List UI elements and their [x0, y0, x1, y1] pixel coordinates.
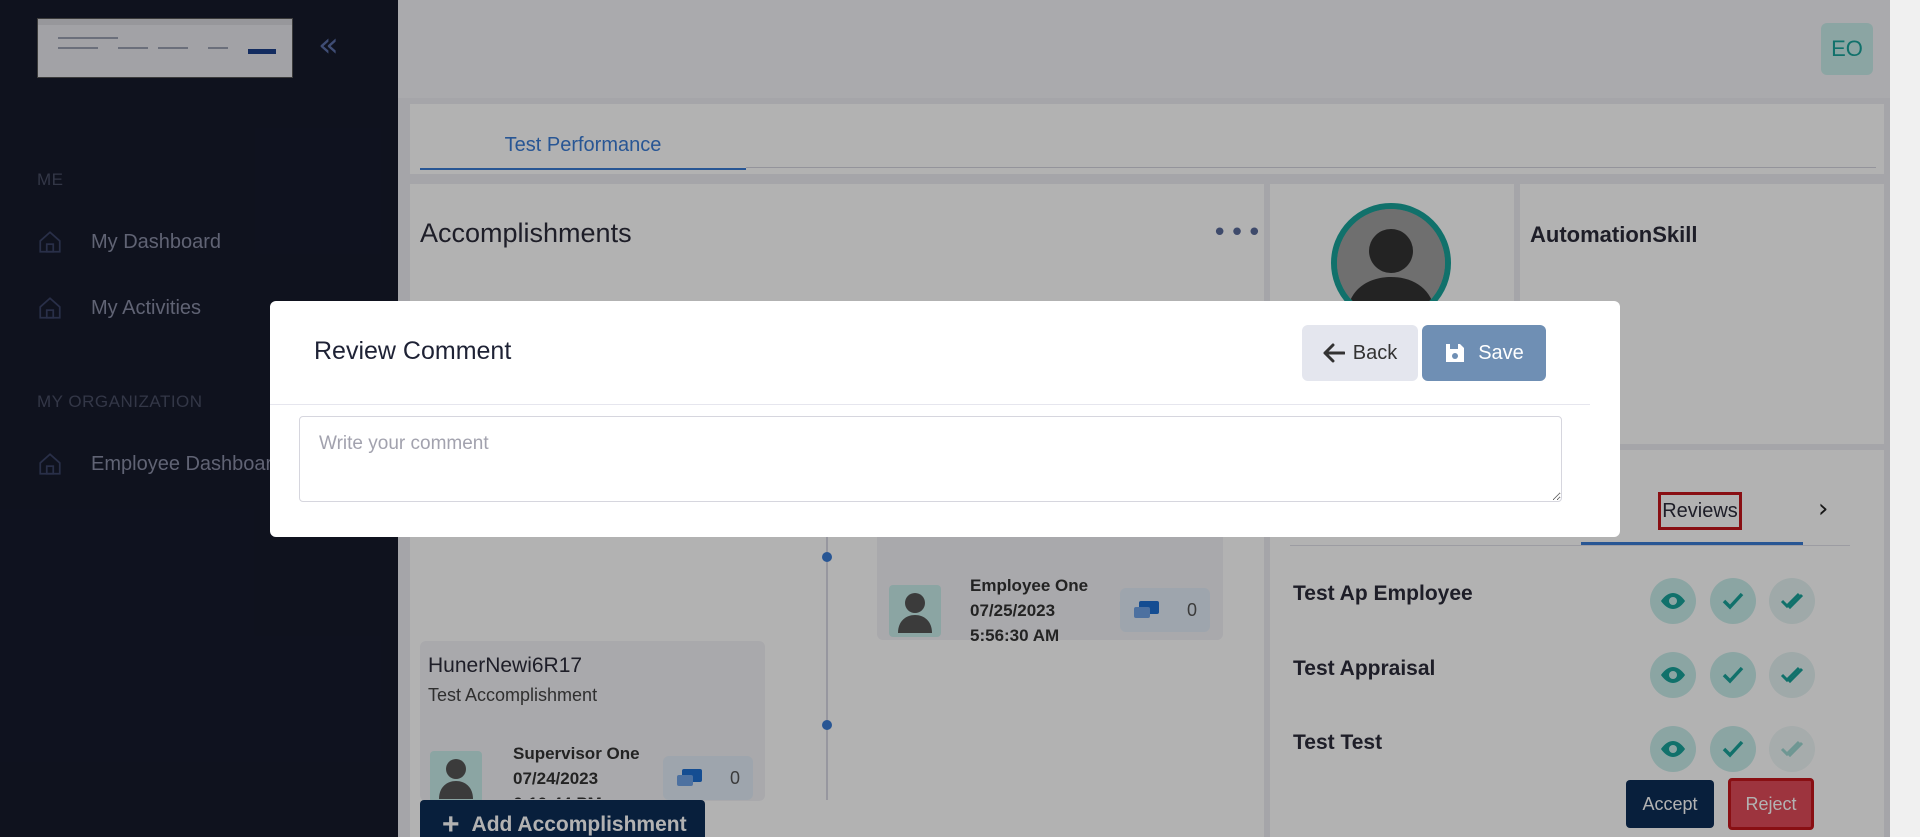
save-icon: [1446, 344, 1465, 362]
modal-title: Review Comment: [314, 337, 512, 365]
arrow-left-icon: [1323, 343, 1345, 363]
modal-divider: [270, 404, 1590, 405]
comment-textarea[interactable]: [299, 416, 1562, 502]
scrollbar[interactable]: [1890, 0, 1920, 837]
back-button[interactable]: Back: [1302, 325, 1418, 381]
save-label: Save: [1478, 341, 1524, 364]
save-button[interactable]: Save: [1422, 325, 1546, 381]
back-label: Back: [1352, 341, 1398, 364]
